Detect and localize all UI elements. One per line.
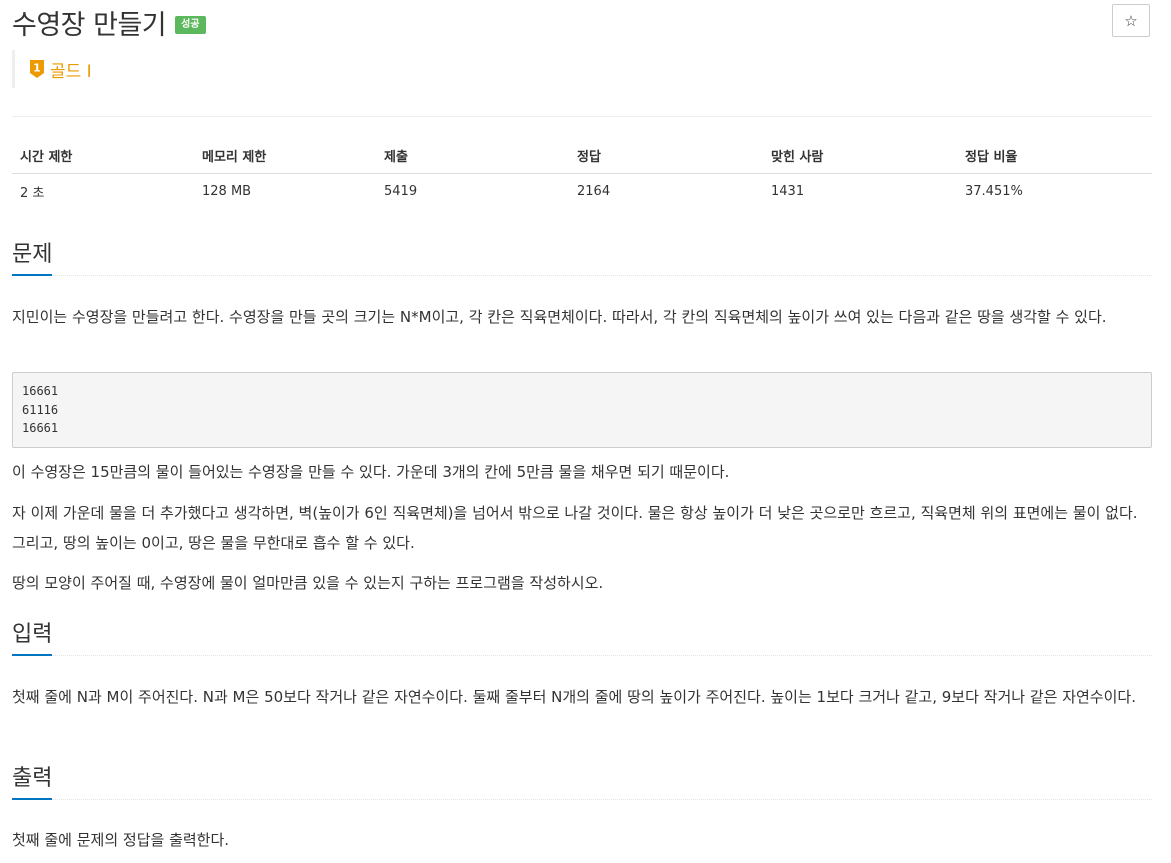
section-input-header: 입력 [12, 620, 1152, 656]
section-output-header: 출력 [12, 764, 1152, 800]
table-row: 2 초 128 MB 5419 2164 1431 37.451% [12, 174, 1152, 210]
table-header-row: 시간 제한 메모리 제한 제출 정답 맞힌 사람 정답 비율 [12, 138, 1152, 174]
header-solved-users: 맞힌 사람 [763, 138, 957, 174]
example-grid-block: 16661 61116 16661 [12, 372, 1152, 448]
value-time-limit: 2 초 [20, 186, 45, 201]
status-badge: 성공 [175, 16, 206, 34]
section-divider [12, 655, 1152, 656]
problem-paragraph-4: 땅의 모양이 주어질 때, 수영장에 물이 얼마만큼 있을 수 있는지 구하는 … [12, 574, 604, 592]
section-underline [12, 654, 52, 656]
header-accept-ratio: 정답 비율 [957, 138, 1152, 174]
output-description: 첫째 줄에 문제의 정답을 출력한다. [12, 831, 230, 849]
problem-paragraph-2: 이 수영장은 15만큼의 물이 들어있는 수영장을 만들 수 있다. 가운데 3… [12, 463, 730, 481]
problem-paragraph-1: 지민이는 수영장을 만들려고 한다. 수영장을 만들 곳의 크기는 N*M이고,… [12, 308, 1107, 326]
section-underline [12, 274, 52, 276]
value-accepted: 2164 [577, 184, 611, 199]
header-accepted: 정답 [569, 138, 763, 174]
star-button[interactable]: ☆ [1112, 4, 1150, 37]
section-divider [12, 799, 1152, 800]
gold-tier-icon: 1 [30, 60, 44, 78]
section-heading: 문제 [12, 242, 53, 267]
problem-info-table: 시간 제한 메모리 제한 제출 정답 맞힌 사람 정답 비율 2 초 128 M… [12, 138, 1152, 209]
tier-block: 1 골드 I [12, 50, 92, 88]
value-accept-ratio: 37.451% [965, 184, 1023, 199]
problem-paragraph-3: 자 이제 가운데 물을 더 추가했다고 생각하면, 벽(높이가 6인 직육면체)… [12, 504, 1138, 552]
tier-label[interactable]: 골드 I [50, 57, 92, 82]
section-divider [12, 275, 1152, 276]
value-solved-users: 1431 [771, 184, 805, 199]
value-submissions: 5419 [384, 184, 418, 199]
value-memory-limit: 128 MB [202, 184, 252, 199]
header-submissions: 제출 [376, 138, 569, 174]
tier-level-number: 1 [33, 62, 41, 75]
section-heading: 입력 [12, 622, 53, 647]
header-time-limit: 시간 제한 [12, 138, 194, 174]
section-heading: 출력 [12, 766, 53, 791]
input-description: 첫째 줄에 N과 M이 주어진다. N과 M은 50보다 작거나 같은 자연수이… [12, 688, 1136, 706]
star-icon: ☆ [1124, 11, 1138, 30]
example-line: 61116 [22, 402, 59, 417]
title-row: 수영장 만들기 성공 [12, 2, 206, 42]
header-memory-limit: 메모리 제한 [194, 138, 376, 174]
divider [12, 116, 1152, 117]
page-title: 수영장 만들기 [12, 9, 167, 41]
example-line: 16661 [22, 384, 59, 398]
example-line: 16661 [22, 421, 59, 435]
section-problem-header: 문제 [12, 240, 1152, 276]
section-underline [12, 798, 52, 800]
